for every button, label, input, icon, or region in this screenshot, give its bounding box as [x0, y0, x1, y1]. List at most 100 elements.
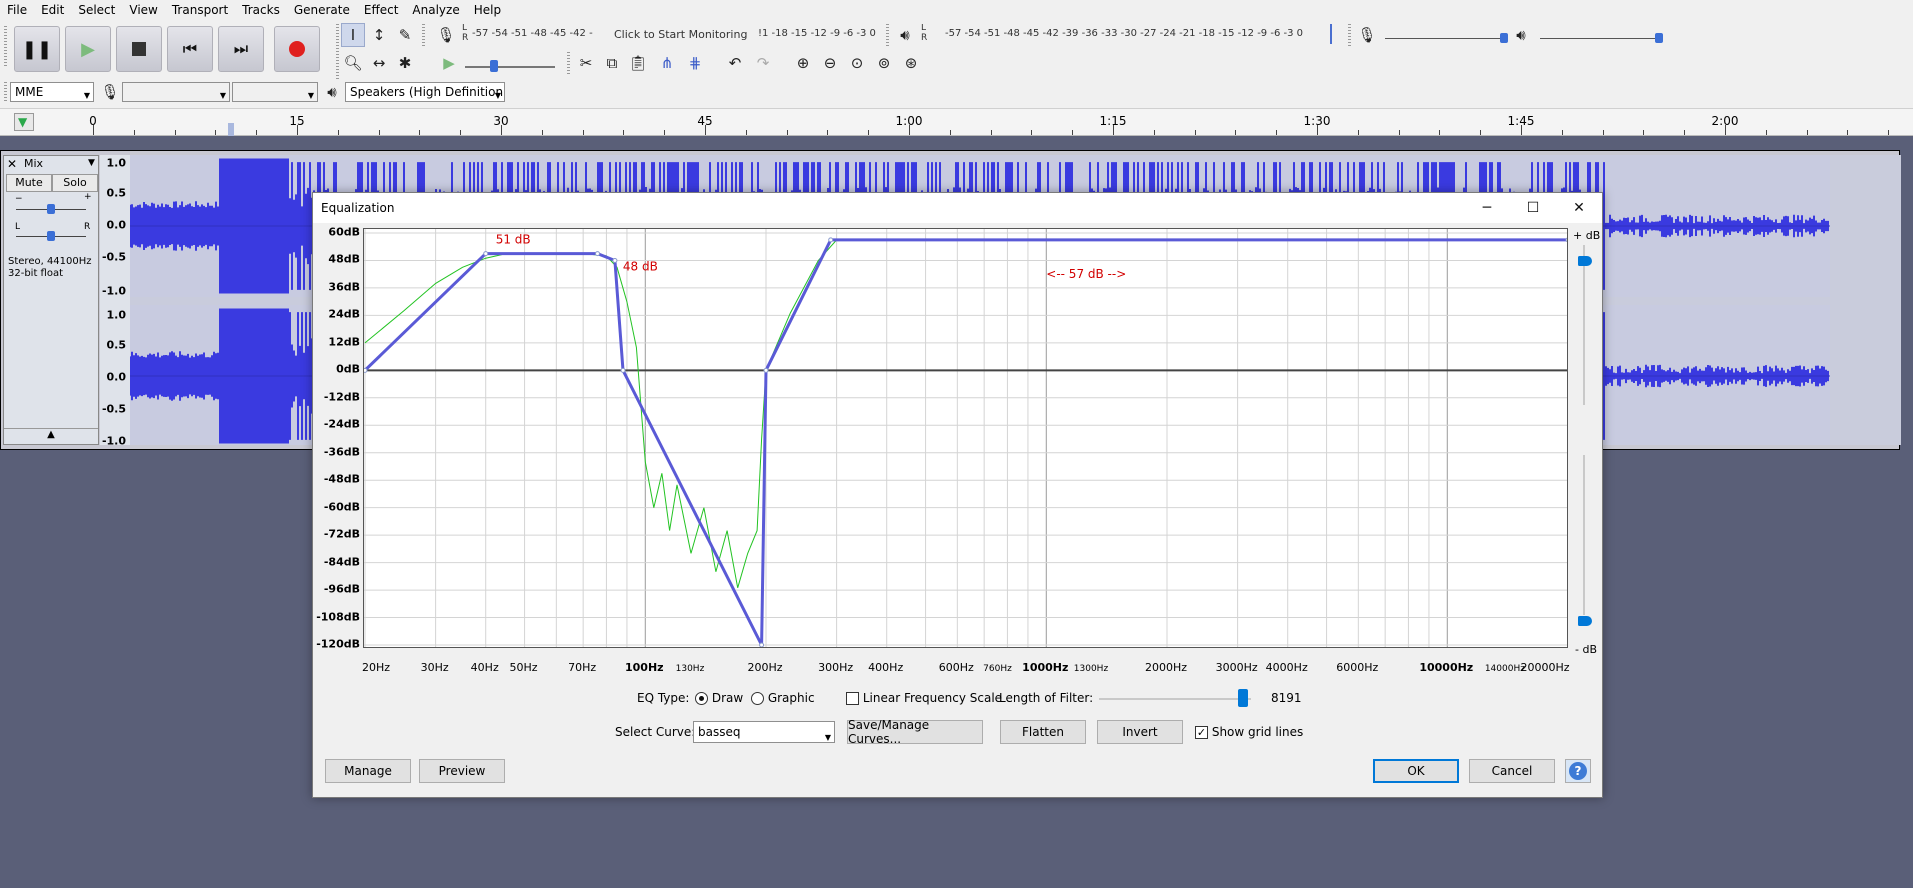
curve-point[interactable]	[763, 367, 769, 373]
close-icon[interactable]: ✕	[7, 157, 17, 171]
speaker-icon[interactable]: 🔊︎	[893, 23, 917, 47]
curve-point[interactable]	[483, 251, 489, 257]
gain-max-slider[interactable]	[1583, 245, 1585, 405]
envelope-tool-icon[interactable]: ↕	[367, 23, 391, 47]
play-head-button[interactable]: ▼	[14, 113, 34, 131]
chevron-down-icon[interactable]: ▼	[88, 158, 95, 168]
maximize-icon[interactable]: ☐	[1510, 193, 1556, 223]
trim-icon[interactable]: ⋔	[655, 51, 679, 75]
menu-edit[interactable]: Edit	[34, 0, 71, 20]
toolbar-grip[interactable]	[886, 24, 889, 48]
zoom-out-icon[interactable]: ⊖	[818, 51, 842, 75]
curve-point[interactable]	[363, 367, 368, 373]
silence-icon[interactable]: ⋕	[683, 51, 707, 75]
timeline-ruler[interactable]: ▼ 0 15 30 45 1:00 1:15 1:30 1:45 2:00	[0, 108, 1913, 136]
zoom-tool-icon[interactable]: 🔍︎	[341, 51, 365, 75]
invert-button[interactable]: Invert	[1097, 720, 1183, 744]
ok-button[interactable]: OK	[1373, 759, 1459, 783]
skip-end-button[interactable]: ⏭	[218, 26, 264, 72]
mute-button[interactable]: Mute	[6, 174, 52, 192]
playback-volume-slider[interactable]	[1540, 38, 1660, 39]
menu-effect[interactable]: Effect	[357, 0, 406, 20]
close-icon[interactable]: ✕	[1556, 193, 1602, 223]
eq-curve[interactable]	[364, 238, 1568, 646]
zoom-toggle-icon[interactable]: ⊛	[899, 51, 923, 75]
show-grid-checkbox[interactable]: ✓ Show grid lines	[1195, 725, 1303, 739]
manage-button[interactable]: Manage	[325, 759, 411, 783]
curve-point[interactable]	[759, 642, 765, 647]
cancel-button[interactable]: Cancel	[1469, 759, 1555, 783]
curve-point[interactable]	[1565, 237, 1568, 243]
multi-tool-icon[interactable]: ✱	[393, 51, 417, 75]
track-name[interactable]: Mix	[24, 157, 43, 170]
help-button[interactable]: ?	[1565, 759, 1591, 783]
menu-view[interactable]: View	[122, 0, 164, 20]
toolbar-grip[interactable]	[422, 24, 425, 48]
dialog-title-bar[interactable]: Equalization ─ ☐ ✕	[313, 193, 1602, 223]
minimize-icon[interactable]: ─	[1464, 193, 1510, 223]
zoom-in-icon[interactable]: ⊕	[791, 51, 815, 75]
curve-point[interactable]	[594, 251, 600, 257]
solo-button[interactable]: Solo	[52, 174, 98, 192]
playback-volume-thumb[interactable]	[1655, 33, 1663, 43]
stop-button[interactable]	[116, 26, 162, 72]
curve-point[interactable]	[828, 237, 834, 243]
recording-volume-slider[interactable]	[1385, 38, 1505, 39]
play-at-speed-icon[interactable]: ▶	[437, 51, 461, 75]
playback-meter[interactable]: LR -57 -54 -51 -48 -45 -42 -39 -36 -33 -…	[921, 24, 1341, 44]
play-speed-thumb[interactable]	[490, 60, 498, 72]
menu-transport[interactable]: Transport	[165, 0, 235, 20]
toolbar-grip[interactable]	[567, 52, 570, 76]
menu-file[interactable]: File	[0, 0, 34, 20]
preview-button[interactable]: Preview	[419, 759, 505, 783]
eq-type-draw-radio[interactable]: Draw	[695, 691, 743, 705]
menu-help[interactable]: Help	[467, 0, 508, 20]
draw-tool-icon[interactable]: ✎	[393, 23, 417, 47]
curve-point[interactable]	[620, 367, 626, 373]
pause-button[interactable]: ❚❚	[14, 26, 60, 72]
paste-icon[interactable]: 📋︎	[626, 51, 650, 75]
collapse-track-button[interactable]: ▲	[4, 428, 98, 444]
track-control-panel[interactable]: ✕ Mix ▼ Mute Solo − + LR Stereo, 44100Hz …	[3, 155, 99, 445]
menu-analyze[interactable]: Analyze	[405, 0, 466, 20]
vertical-ruler[interactable]: 1.0 0.5 0.0 -0.5 -1.0 1.0 0.5 0.0 -0.5 -1.0	[100, 155, 130, 448]
input-device-select[interactable]: ▼	[122, 82, 230, 102]
record-button[interactable]	[274, 26, 320, 72]
gain-min-thumb[interactable]	[1578, 616, 1592, 626]
input-channels-select[interactable]: ▼	[232, 82, 318, 102]
gain-max-thumb[interactable]	[1578, 256, 1592, 266]
play-speed-slider[interactable]	[465, 66, 555, 68]
toolbar-grip[interactable]	[1348, 24, 1351, 48]
toolbar-grip[interactable]	[4, 26, 7, 66]
fit-selection-icon[interactable]: ⊙	[845, 51, 869, 75]
toolbar-grip[interactable]	[4, 82, 7, 102]
cut-icon[interactable]: ✂	[574, 51, 598, 75]
record-meter[interactable]: LR -57 -54 -51 -48 -45 -42 - Click to St…	[462, 24, 882, 44]
record-meter-hint[interactable]: Click to Start Monitoring	[614, 28, 747, 41]
menu-generate[interactable]: Generate	[287, 0, 357, 20]
curve-point[interactable]	[612, 257, 618, 263]
gain-min-slider[interactable]	[1583, 455, 1585, 615]
output-device-select[interactable]: Speakers (High Definition ▼	[345, 82, 505, 102]
play-button[interactable]: ▶	[65, 26, 111, 72]
eq-curve-plot[interactable]: 51 dB 48 dB <-- 57 dB -->	[363, 228, 1568, 648]
fit-project-icon[interactable]: ⊚	[872, 51, 896, 75]
timeshift-tool-icon[interactable]: ↔	[367, 51, 391, 75]
curve-select[interactable]: basseq ▼	[693, 721, 835, 743]
filter-length-slider[interactable]	[1099, 698, 1251, 700]
toolbar-grip[interactable]	[336, 24, 339, 80]
selection-tool-icon[interactable]: Ι	[341, 23, 365, 47]
flatten-button[interactable]: Flatten	[1000, 720, 1086, 744]
microphone-icon[interactable]: 🎙︎	[434, 23, 458, 47]
undo-icon[interactable]: ↶	[723, 51, 747, 75]
redo-icon[interactable]: ↷	[751, 51, 775, 75]
eq-type-graphic-radio[interactable]: Graphic	[751, 691, 815, 705]
menu-select[interactable]: Select	[71, 0, 122, 20]
skip-start-button[interactable]: ⏮	[167, 26, 213, 72]
menu-tracks[interactable]: Tracks	[235, 0, 287, 20]
linear-frequency-checkbox[interactable]: Linear Frequency Scale	[846, 691, 1002, 705]
gain-thumb[interactable]	[47, 204, 55, 214]
filter-length-thumb[interactable]	[1238, 689, 1249, 707]
host-select[interactable]: MME ▼	[10, 82, 94, 102]
recording-volume-thumb[interactable]	[1500, 33, 1508, 43]
